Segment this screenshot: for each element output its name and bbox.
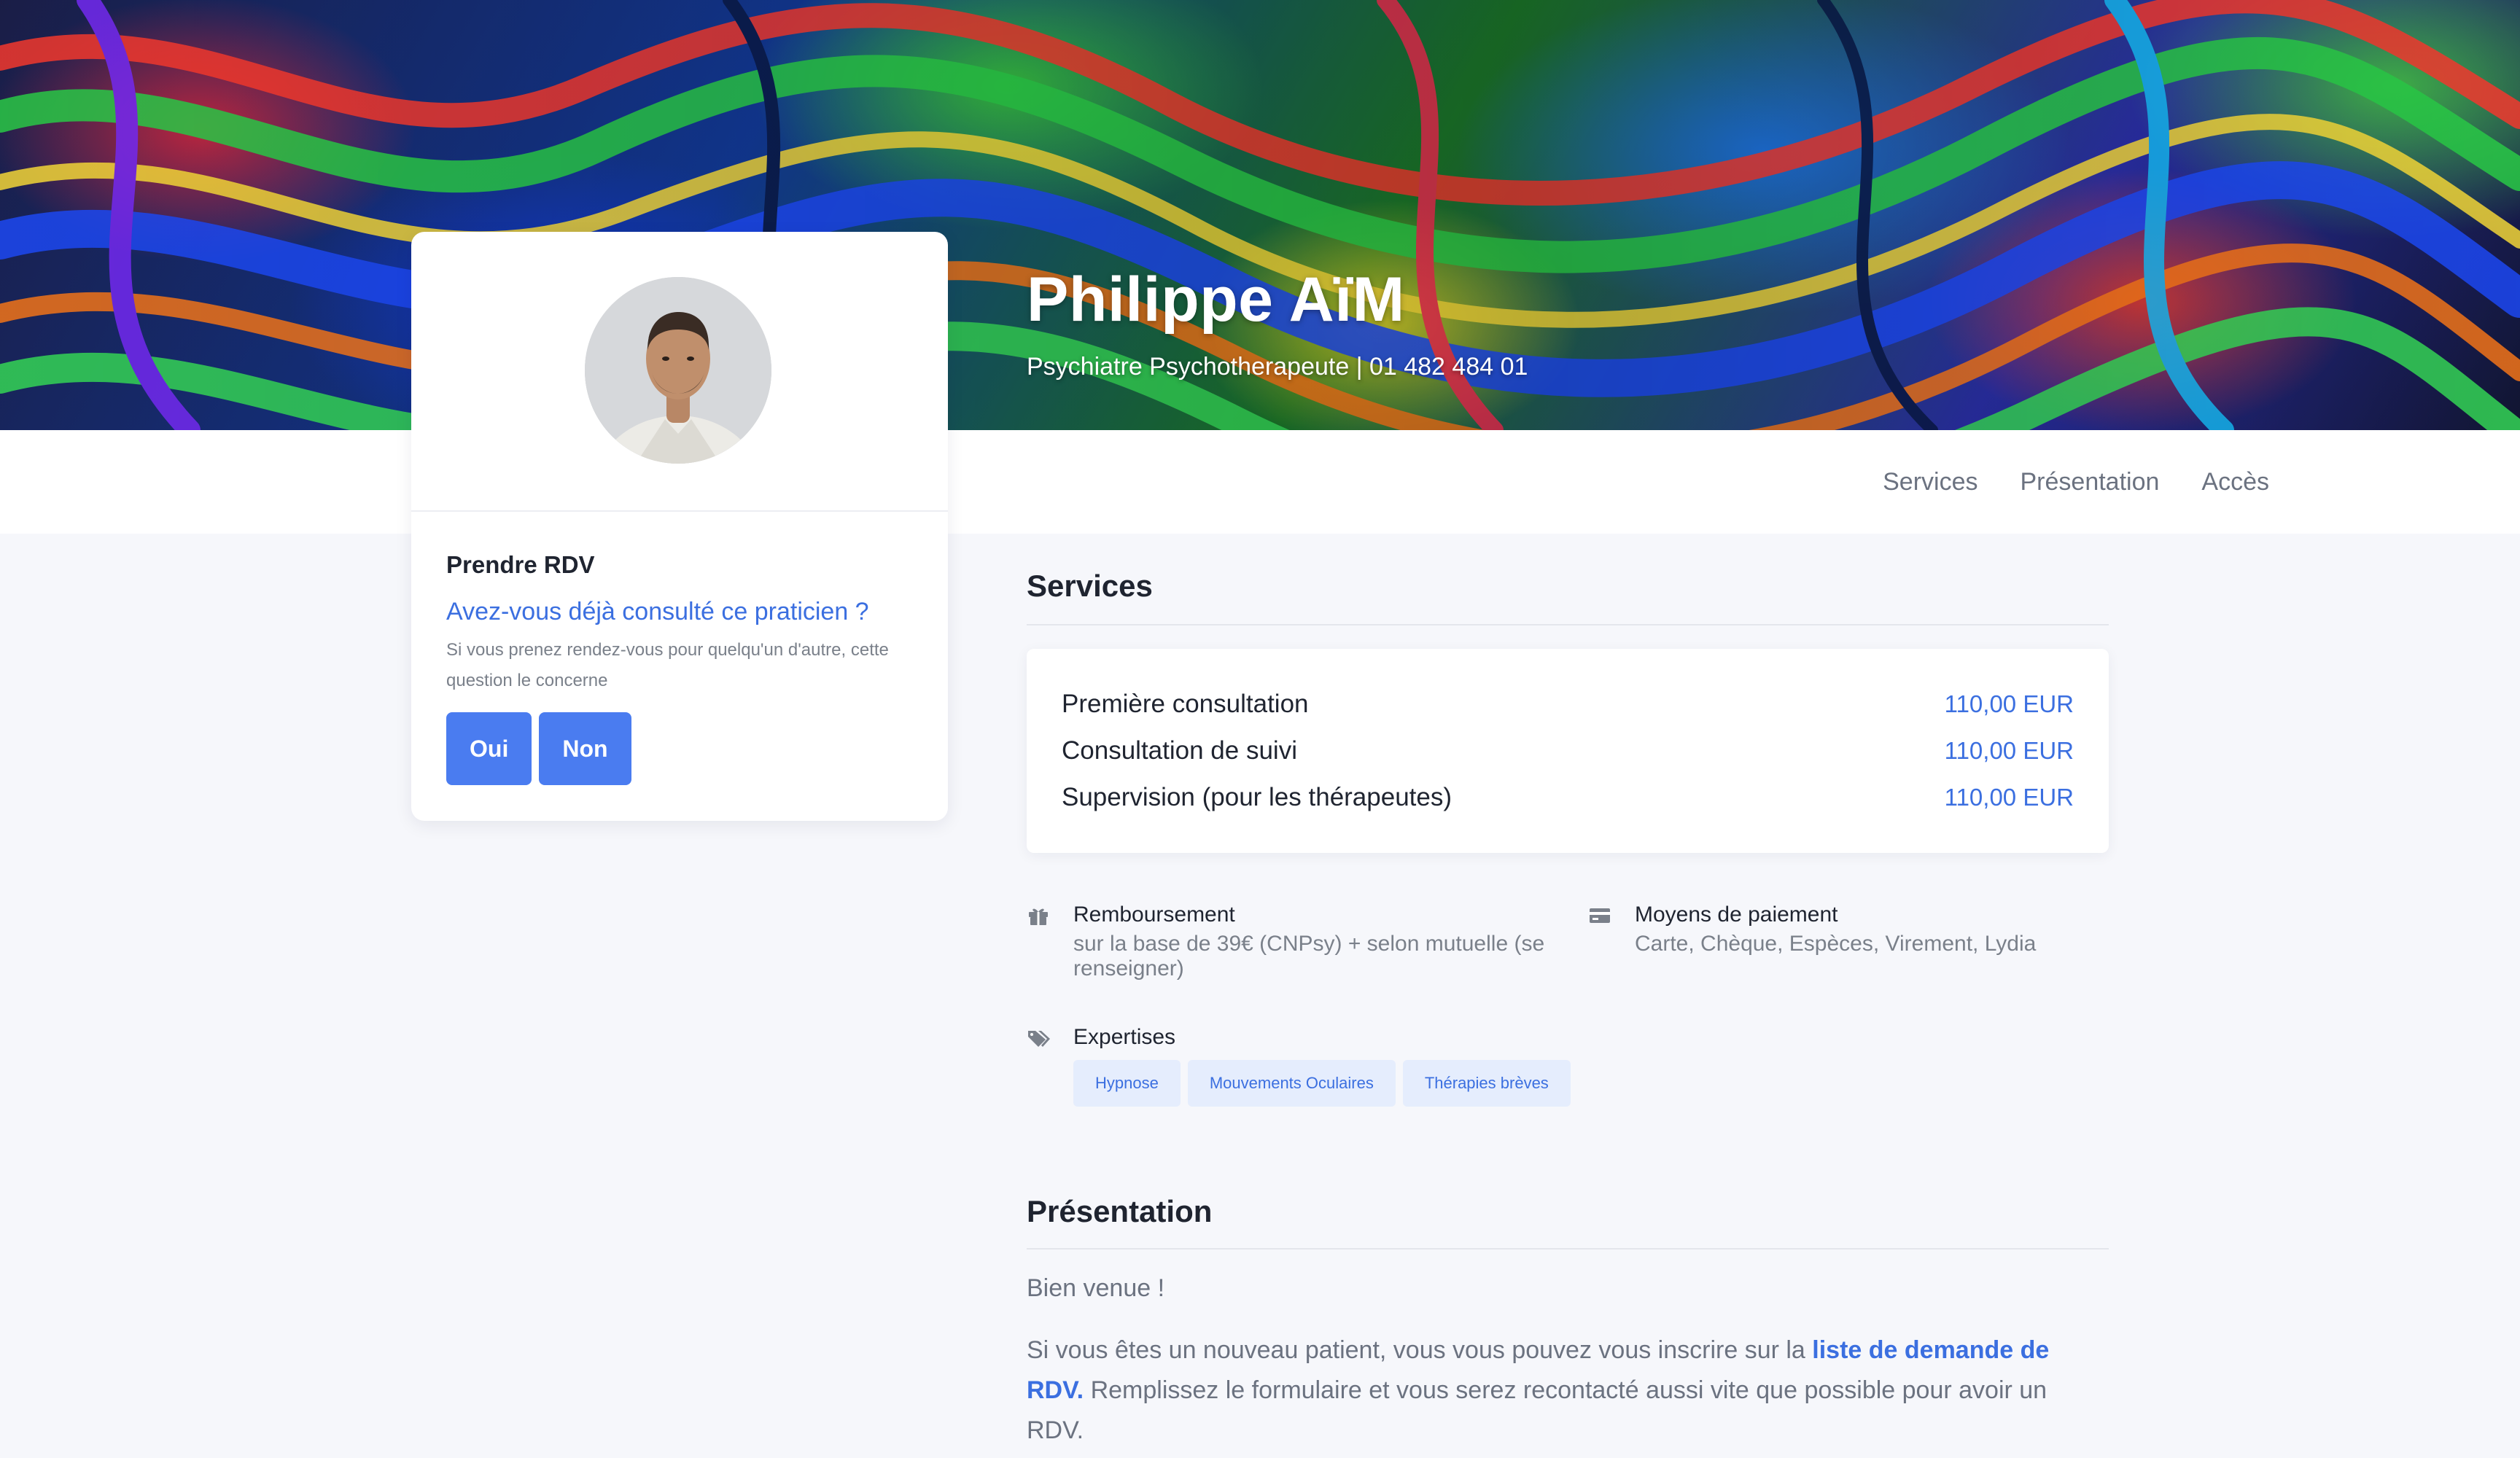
booking-body: Prendre RDV Avez-vous déjà consulté ce p… xyxy=(411,551,948,785)
nav-links: Services Présentation Accès xyxy=(1883,430,2269,534)
avatar-area xyxy=(411,232,948,512)
service-row: Supervision (pour les thérapeutes) 110,0… xyxy=(1062,774,2074,821)
service-price: 110,00 EUR xyxy=(1944,784,2074,811)
presentation-greeting: Bien venue ! xyxy=(1027,1274,1165,1302)
presentation-text-before: Si vous êtes un nouveau patient, vous vo… xyxy=(1027,1336,1813,1364)
services-list: Première consultation 110,00 EUR Consult… xyxy=(1027,649,2109,853)
expertise-label: Expertises xyxy=(1073,1025,1176,1049)
nav-link-acces[interactable]: Accès xyxy=(2201,468,2269,496)
yes-button[interactable]: Oui xyxy=(446,712,532,785)
booking-title: Prendre RDV xyxy=(446,551,595,578)
presentation-paragraph: Si vous êtes un nouveau patient, vous vo… xyxy=(1027,1330,2109,1451)
payment-label: Moyens de paiement xyxy=(1635,903,1838,927)
service-price: 110,00 EUR xyxy=(1944,737,2074,764)
hero-banner: Philippe AïM Psychiatre Psychotherapeute… xyxy=(0,0,2520,430)
presentation-section: Présentation Bien venue ! Si vous êtes u… xyxy=(1027,1194,2109,1451)
practitioner-subtitle: Psychiatre Psychotherapeute | 01 482 484… xyxy=(1027,353,1528,381)
section-nav: Services Présentation Accès xyxy=(0,430,2520,534)
booking-card: Prendre RDV Avez-vous déjà consulté ce p… xyxy=(411,232,948,821)
tags-icon xyxy=(1028,1031,1050,1047)
practitioner-name: Philippe AïM xyxy=(1027,265,1405,335)
main-content: Services Première consultation 110,00 EU… xyxy=(1027,569,2109,1451)
service-name: Consultation de suivi xyxy=(1062,736,1297,765)
presentation-title: Présentation xyxy=(1027,1194,1213,1228)
expertise-tag[interactable]: Thérapies brèves xyxy=(1402,1060,1571,1107)
nav-link-services[interactable]: Services xyxy=(1883,468,1978,496)
reimbursement-text: sur la base de 39€ (CNPsy) + selon mutue… xyxy=(1073,932,1545,981)
divider xyxy=(1027,1248,2109,1250)
gift-icon xyxy=(1029,908,1048,925)
payment-text: Carte, Chèque, Espèces, Virement, Lydia xyxy=(1635,932,2037,956)
credit-card-icon xyxy=(1590,908,1610,923)
service-price: 110,00 EUR xyxy=(1944,690,2074,717)
presentation-text-after: Remplissez le formulaire et vous serez r… xyxy=(1027,1376,2048,1444)
reimbursement-label: Remboursement xyxy=(1073,903,1235,927)
service-name: Supervision (pour les thérapeutes) xyxy=(1062,783,1452,811)
nav-link-presentation[interactable]: Présentation xyxy=(2021,468,2160,496)
booking-hint: Si vous prenez rendez-vous pour quelqu'u… xyxy=(446,640,889,690)
expertise-tag[interactable]: Hypnose xyxy=(1073,1060,1181,1107)
doctor-portrait-icon xyxy=(585,277,771,464)
booking-buttons: Oui Non xyxy=(446,712,913,785)
expertise-tag[interactable]: Mouvements Oculaires xyxy=(1187,1060,1396,1107)
reimbursement-info: Remboursement sur la base de 39€ (CNPsy)… xyxy=(1027,903,1552,981)
services-title: Services xyxy=(1027,569,1153,603)
expertise-info: Expertises Hypnose Mouvements Oculaires … xyxy=(1027,1025,2109,1107)
payment-info: Moyens de paiement Carte, Chèque, Espèce… xyxy=(1588,903,2109,956)
avatar xyxy=(585,277,771,464)
divider xyxy=(1027,624,2109,625)
booking-question: Avez-vous déjà consulté ce praticien ? xyxy=(446,598,869,625)
expertise-tags: Hypnose Mouvements Oculaires Thérapies b… xyxy=(1073,1060,2109,1107)
service-name: Première consultation xyxy=(1062,690,1309,718)
service-row: Consultation de suivi 110,00 EUR xyxy=(1062,728,2074,774)
no-button[interactable]: Non xyxy=(539,712,631,785)
service-row: Première consultation 110,00 EUR xyxy=(1062,681,2074,728)
service-info: Remboursement sur la base de 39€ (CNPsy)… xyxy=(1027,903,2109,1143)
